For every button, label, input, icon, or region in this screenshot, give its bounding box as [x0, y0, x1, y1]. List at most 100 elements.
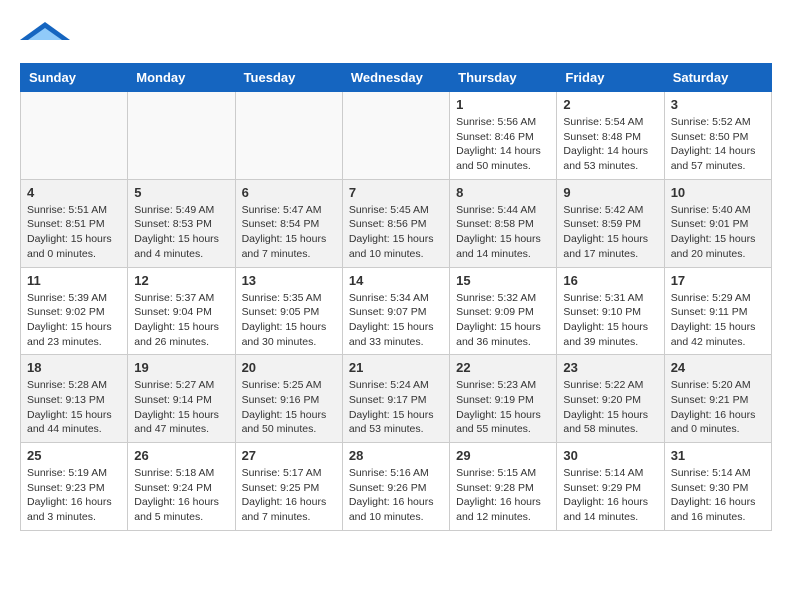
day-number: 13	[242, 273, 336, 288]
day-info: Sunrise: 5:45 AM Sunset: 8:56 PM Dayligh…	[349, 203, 443, 262]
day-number: 22	[456, 360, 550, 375]
day-number: 20	[242, 360, 336, 375]
day-info: Sunrise: 5:39 AM Sunset: 9:02 PM Dayligh…	[27, 291, 121, 350]
day-number: 16	[563, 273, 657, 288]
day-number: 31	[671, 448, 765, 463]
day-info: Sunrise: 5:14 AM Sunset: 9:30 PM Dayligh…	[671, 466, 765, 525]
calendar-day-cell: 11 Sunrise: 5:39 AM Sunset: 9:02 PM Dayli…	[21, 267, 128, 355]
calendar-day-cell: 24 Sunrise: 5:20 AM Sunset: 9:21 PM Dayli…	[664, 355, 771, 443]
day-header-friday: Friday	[557, 64, 664, 92]
day-info: Sunrise: 5:14 AM Sunset: 9:29 PM Dayligh…	[563, 466, 657, 525]
day-number: 18	[27, 360, 121, 375]
day-header-thursday: Thursday	[450, 64, 557, 92]
day-info: Sunrise: 5:42 AM Sunset: 8:59 PM Dayligh…	[563, 203, 657, 262]
day-info: Sunrise: 5:29 AM Sunset: 9:11 PM Dayligh…	[671, 291, 765, 350]
day-number: 1	[456, 97, 550, 112]
day-info: Sunrise: 5:54 AM Sunset: 8:48 PM Dayligh…	[563, 115, 657, 174]
calendar-day-cell: 31 Sunrise: 5:14 AM Sunset: 9:30 PM Dayli…	[664, 443, 771, 531]
calendar-day-cell	[342, 92, 449, 180]
day-info: Sunrise: 5:56 AM Sunset: 8:46 PM Dayligh…	[456, 115, 550, 174]
calendar-day-cell: 15 Sunrise: 5:32 AM Sunset: 9:09 PM Dayli…	[450, 267, 557, 355]
calendar-day-cell: 7 Sunrise: 5:45 AM Sunset: 8:56 PM Daylig…	[342, 179, 449, 267]
calendar-day-cell: 3Sunrise: 5:52 AM Sunset: 8:50 PM Daylig…	[664, 92, 771, 180]
day-number: 21	[349, 360, 443, 375]
calendar-day-cell: 4 Sunrise: 5:51 AM Sunset: 8:51 PM Daylig…	[21, 179, 128, 267]
day-info: Sunrise: 5:23 AM Sunset: 9:19 PM Dayligh…	[456, 378, 550, 437]
day-number: 8	[456, 185, 550, 200]
calendar-day-cell: 21 Sunrise: 5:24 AM Sunset: 9:17 PM Dayli…	[342, 355, 449, 443]
logo	[20, 20, 70, 47]
calendar-day-cell: 26 Sunrise: 5:18 AM Sunset: 9:24 PM Dayli…	[128, 443, 235, 531]
day-info: Sunrise: 5:49 AM Sunset: 8:53 PM Dayligh…	[134, 203, 228, 262]
day-header-saturday: Saturday	[664, 64, 771, 92]
day-number: 15	[456, 273, 550, 288]
logo-icon	[20, 20, 70, 42]
day-info: Sunrise: 5:47 AM Sunset: 8:54 PM Dayligh…	[242, 203, 336, 262]
day-number: 2	[563, 97, 657, 112]
day-number: 11	[27, 273, 121, 288]
calendar-week-row: 18 Sunrise: 5:28 AM Sunset: 9:13 PM Dayli…	[21, 355, 772, 443]
calendar-day-cell: 9 Sunrise: 5:42 AM Sunset: 8:59 PM Daylig…	[557, 179, 664, 267]
calendar-day-cell: 16Sunrise: 5:31 AM Sunset: 9:10 PM Dayli…	[557, 267, 664, 355]
day-info: Sunrise: 5:40 AM Sunset: 9:01 PM Dayligh…	[671, 203, 765, 262]
day-info: Sunrise: 5:44 AM Sunset: 8:58 PM Dayligh…	[456, 203, 550, 262]
calendar-week-row: 4 Sunrise: 5:51 AM Sunset: 8:51 PM Daylig…	[21, 179, 772, 267]
calendar-day-cell: 27 Sunrise: 5:17 AM Sunset: 9:25 PM Dayli…	[235, 443, 342, 531]
day-number: 14	[349, 273, 443, 288]
calendar-day-cell: 29Sunrise: 5:15 AM Sunset: 9:28 PM Dayli…	[450, 443, 557, 531]
calendar-day-cell: 23Sunrise: 5:22 AM Sunset: 9:20 PM Dayli…	[557, 355, 664, 443]
calendar-day-cell	[235, 92, 342, 180]
calendar-day-cell: 10 Sunrise: 5:40 AM Sunset: 9:01 PM Dayli…	[664, 179, 771, 267]
day-number: 4	[27, 185, 121, 200]
day-info: Sunrise: 5:16 AM Sunset: 9:26 PM Dayligh…	[349, 466, 443, 525]
day-number: 6	[242, 185, 336, 200]
day-header-wednesday: Wednesday	[342, 64, 449, 92]
day-info: Sunrise: 5:28 AM Sunset: 9:13 PM Dayligh…	[27, 378, 121, 437]
day-number: 9	[563, 185, 657, 200]
calendar-day-cell: 14Sunrise: 5:34 AM Sunset: 9:07 PM Dayli…	[342, 267, 449, 355]
calendar-day-cell: 30Sunrise: 5:14 AM Sunset: 9:29 PM Dayli…	[557, 443, 664, 531]
day-number: 27	[242, 448, 336, 463]
day-header-monday: Monday	[128, 64, 235, 92]
day-info: Sunrise: 5:51 AM Sunset: 8:51 PM Dayligh…	[27, 203, 121, 262]
day-info: Sunrise: 5:18 AM Sunset: 9:24 PM Dayligh…	[134, 466, 228, 525]
day-info: Sunrise: 5:15 AM Sunset: 9:28 PM Dayligh…	[456, 466, 550, 525]
day-info: Sunrise: 5:19 AM Sunset: 9:23 PM Dayligh…	[27, 466, 121, 525]
day-number: 19	[134, 360, 228, 375]
day-info: Sunrise: 5:37 AM Sunset: 9:04 PM Dayligh…	[134, 291, 228, 350]
day-number: 12	[134, 273, 228, 288]
day-info: Sunrise: 5:17 AM Sunset: 9:25 PM Dayligh…	[242, 466, 336, 525]
calendar-day-cell: 17 Sunrise: 5:29 AM Sunset: 9:11 PM Dayli…	[664, 267, 771, 355]
calendar-day-cell: 20 Sunrise: 5:25 AM Sunset: 9:16 PM Dayli…	[235, 355, 342, 443]
day-info: Sunrise: 5:27 AM Sunset: 9:14 PM Dayligh…	[134, 378, 228, 437]
calendar-table: SundayMondayTuesdayWednesdayThursdayFrid…	[20, 63, 772, 531]
calendar-day-cell: 22 Sunrise: 5:23 AM Sunset: 9:19 PM Dayli…	[450, 355, 557, 443]
calendar-day-cell: 18 Sunrise: 5:28 AM Sunset: 9:13 PM Dayli…	[21, 355, 128, 443]
day-number: 7	[349, 185, 443, 200]
day-info: Sunrise: 5:24 AM Sunset: 9:17 PM Dayligh…	[349, 378, 443, 437]
day-number: 10	[671, 185, 765, 200]
calendar-day-cell: 8 Sunrise: 5:44 AM Sunset: 8:58 PM Daylig…	[450, 179, 557, 267]
day-number: 28	[349, 448, 443, 463]
calendar-week-row: 1 Sunrise: 5:56 AM Sunset: 8:46 PM Daylig…	[21, 92, 772, 180]
calendar-day-cell: 19 Sunrise: 5:27 AM Sunset: 9:14 PM Dayli…	[128, 355, 235, 443]
calendar-day-cell: 6 Sunrise: 5:47 AM Sunset: 8:54 PM Daylig…	[235, 179, 342, 267]
day-header-sunday: Sunday	[21, 64, 128, 92]
calendar-week-row: 25 Sunrise: 5:19 AM Sunset: 9:23 PM Dayli…	[21, 443, 772, 531]
day-number: 26	[134, 448, 228, 463]
calendar-day-cell: 13Sunrise: 5:35 AM Sunset: 9:05 PM Dayli…	[235, 267, 342, 355]
calendar-week-row: 11 Sunrise: 5:39 AM Sunset: 9:02 PM Dayli…	[21, 267, 772, 355]
day-number: 17	[671, 273, 765, 288]
calendar-day-cell: 12 Sunrise: 5:37 AM Sunset: 9:04 PM Dayli…	[128, 267, 235, 355]
page-header	[20, 20, 772, 47]
day-number: 23	[563, 360, 657, 375]
calendar-header-row: SundayMondayTuesdayWednesdayThursdayFrid…	[21, 64, 772, 92]
day-number: 25	[27, 448, 121, 463]
day-number: 5	[134, 185, 228, 200]
day-info: Sunrise: 5:32 AM Sunset: 9:09 PM Dayligh…	[456, 291, 550, 350]
calendar-day-cell: 1 Sunrise: 5:56 AM Sunset: 8:46 PM Daylig…	[450, 92, 557, 180]
day-info: Sunrise: 5:25 AM Sunset: 9:16 PM Dayligh…	[242, 378, 336, 437]
day-number: 24	[671, 360, 765, 375]
calendar-day-cell: 25 Sunrise: 5:19 AM Sunset: 9:23 PM Dayli…	[21, 443, 128, 531]
day-info: Sunrise: 5:20 AM Sunset: 9:21 PM Dayligh…	[671, 378, 765, 437]
